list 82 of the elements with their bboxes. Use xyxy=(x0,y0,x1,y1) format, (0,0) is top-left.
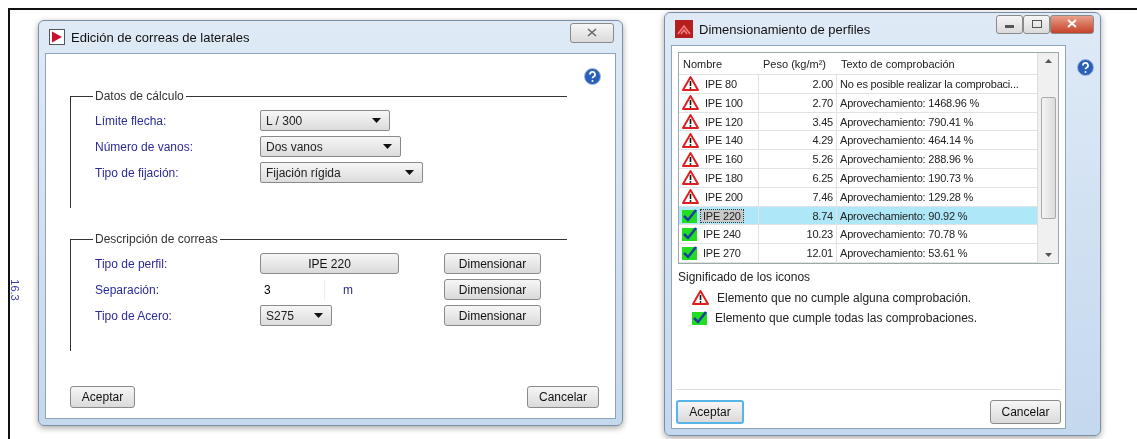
accept-button[interactable]: Aceptar xyxy=(70,386,135,408)
weight-cell: 5.26 xyxy=(812,153,833,166)
check-text: Aprovechamiento: 53.61 % xyxy=(840,247,968,260)
profile-name: IPE 220 xyxy=(701,209,743,222)
profile-button[interactable]: IPE 220 xyxy=(260,253,399,274)
legend-text: Elemento que cumple todas las comprobaciones. xyxy=(715,311,978,325)
profile-name: IPE 80 xyxy=(704,77,738,90)
profile-name: IPE 160 xyxy=(704,153,744,166)
help-icon[interactable] xyxy=(584,68,601,85)
field-label: Tipo de perfil: xyxy=(95,256,169,271)
caret-icon xyxy=(383,144,392,149)
group-title: Datos de cálculo xyxy=(94,89,185,103)
minimize-icon xyxy=(1005,25,1014,28)
window-title: Edición de correas de laterales xyxy=(71,29,250,45)
table-row[interactable]: IPE 270 12.01 Aprovechamiento: 53.61 % xyxy=(679,244,1037,263)
check-text: Aprovechamiento: 190.73 % xyxy=(840,171,974,184)
dropdown[interactable]: Fijación rígida xyxy=(260,162,423,183)
scroll-up-icon xyxy=(1044,59,1052,63)
field-label: Tipo de Acero: xyxy=(95,308,173,323)
cancel-button[interactable]: Cancelar xyxy=(990,400,1061,424)
check-text: Aprovechamiento: 70.78 % xyxy=(840,228,968,241)
check-text: Aprovechamiento: 129.28 % xyxy=(840,190,974,203)
weight-cell: 4.29 xyxy=(812,134,833,147)
check-text: Aprovechamiento: 288.96 % xyxy=(840,153,974,166)
legend-text: Elemento que no cumple alguna comprobación. xyxy=(717,290,972,305)
dropdown[interactable]: S275 xyxy=(260,305,332,326)
field-label: Separación: xyxy=(95,282,161,297)
close-button[interactable] xyxy=(1050,14,1094,34)
weight-cell: 6.25 xyxy=(812,171,833,184)
group-title: Descripción de correas xyxy=(94,232,219,246)
weight-cell: 8.74 xyxy=(812,209,833,222)
maximize-button[interactable] xyxy=(1023,14,1050,34)
weight-cell: 2.00 xyxy=(812,77,833,90)
scroll-down-icon xyxy=(1044,253,1052,257)
weight-cell: 12.01 xyxy=(806,247,833,260)
column-header[interactable]: Peso (kg/m²) xyxy=(759,57,837,70)
check-text: Aprovechamiento: 90.92 % xyxy=(840,209,968,222)
profile-name: IPE 100 xyxy=(704,96,744,109)
weight-cell: 2.70 xyxy=(812,96,833,109)
dimension-button[interactable]: Dimensionar xyxy=(444,305,541,326)
unit-label: m xyxy=(343,282,353,297)
scrollbar[interactable] xyxy=(1037,53,1058,263)
check-text: Aprovechamiento: 1468.96 % xyxy=(840,96,980,109)
weight-cell: 7.46 xyxy=(812,190,833,203)
field-label: Número de vanos: xyxy=(95,139,195,154)
field-label: Límite flecha: xyxy=(95,113,168,128)
cancel-button[interactable]: Cancelar xyxy=(527,386,599,408)
profile-name: IPE 200 xyxy=(704,190,744,203)
legend-title: Significado de los iconos xyxy=(678,270,812,284)
column-header[interactable]: Texto de comprobación xyxy=(837,57,1037,70)
help-icon[interactable] xyxy=(1077,59,1094,76)
dimension-label: 16.3 xyxy=(8,279,21,301)
dropdown[interactable]: Dos vanos xyxy=(260,136,401,157)
profile-name: IPE 240 xyxy=(702,228,742,241)
scroll-thumb[interactable] xyxy=(1040,97,1056,219)
profile-name: IPE 180 xyxy=(704,171,744,184)
dimension-button[interactable]: Dimensionar xyxy=(444,253,541,274)
close-button[interactable] xyxy=(570,23,614,43)
dimension-button[interactable]: Dimensionar xyxy=(444,279,541,300)
profile-name: IPE 120 xyxy=(704,115,744,128)
app-logo-icon xyxy=(675,20,693,38)
close-icon xyxy=(587,28,597,37)
field-label: Tipo de fijación: xyxy=(95,165,180,180)
accept-button[interactable]: Aceptar xyxy=(676,400,744,424)
table-row[interactable]: IPE 240 10.23 Aprovechamiento: 70.78 % xyxy=(679,225,1037,245)
profile-name: IPE 270 xyxy=(702,247,742,260)
dropdown[interactable]: L / 300 xyxy=(260,110,390,131)
column-header[interactable]: Nombre xyxy=(679,57,759,70)
profile-name: IPE 140 xyxy=(704,134,744,147)
maximize-icon xyxy=(1031,20,1042,28)
check-text: No es posible realizar la comprobaci... xyxy=(840,77,1019,90)
minimize-button[interactable] xyxy=(996,14,1023,34)
check-text: Aprovechamiento: 790.41 % xyxy=(840,115,974,128)
weight-cell: 3.45 xyxy=(812,115,833,128)
caret-icon xyxy=(372,118,381,123)
caret-icon xyxy=(314,313,323,318)
check-text: Aprovechamiento: 464.14 % xyxy=(840,134,974,147)
caret-icon xyxy=(405,170,414,175)
play-logo-icon xyxy=(49,29,65,45)
close-icon xyxy=(1067,19,1077,28)
window-title: Dimensionamiento de perfiles xyxy=(699,21,871,37)
weight-cell: 10.23 xyxy=(806,228,833,241)
